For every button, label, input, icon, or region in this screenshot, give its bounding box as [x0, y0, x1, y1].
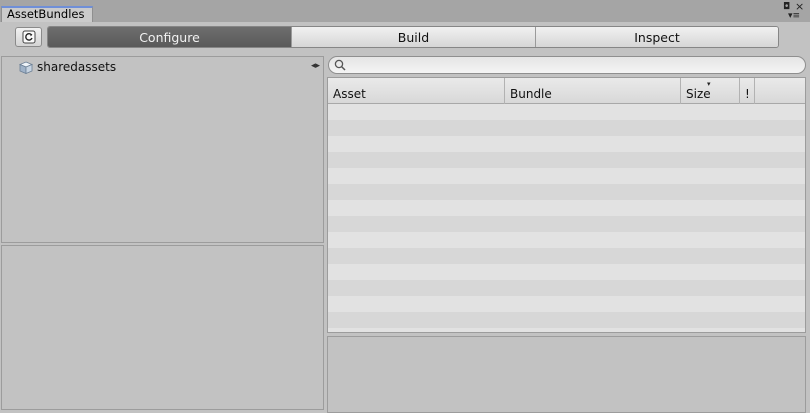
table-row	[328, 136, 805, 152]
sort-descending-icon: ▾	[707, 80, 711, 88]
table-row	[328, 120, 805, 136]
asset-table: Asset Bundle Size ▾ !	[327, 77, 806, 333]
configure-tab-button[interactable]: Configure	[48, 27, 292, 47]
table-row	[328, 168, 805, 184]
table-row	[328, 312, 805, 328]
build-tab-button[interactable]: Build	[292, 27, 536, 47]
table-row	[328, 216, 805, 232]
column-header-size-label: Size	[686, 87, 711, 101]
bundle-list-panel: sharedassets ◂▸	[1, 56, 324, 243]
asset-table-rows	[328, 104, 805, 332]
cube-icon	[19, 61, 33, 74]
window-tab-strip: AssetBundles ◘ × ▾≡	[0, 0, 810, 22]
column-header-bundle[interactable]: Bundle	[505, 78, 681, 104]
window-menu-icon[interactable]: ▾≡	[788, 12, 800, 21]
bundle-item-sharedassets[interactable]: sharedassets	[19, 60, 116, 74]
toolbar: Configure Build Inspect	[0, 22, 810, 52]
tab-assetbundles[interactable]: AssetBundles	[1, 6, 93, 22]
asset-details-panel	[327, 336, 806, 413]
mode-toggle-group: Configure Build Inspect	[47, 26, 779, 48]
bundle-details-panel	[1, 245, 324, 410]
table-row	[328, 328, 805, 332]
table-row	[328, 280, 805, 296]
bundle-item-label: sharedassets	[37, 60, 117, 74]
refresh-button[interactable]	[15, 27, 42, 47]
panel-resize-handle-icon[interactable]: ◂▸	[311, 61, 320, 71]
table-row	[328, 232, 805, 248]
close-icon[interactable]: ×	[795, 1, 804, 12]
table-row	[328, 200, 805, 216]
table-row	[328, 264, 805, 280]
asset-table-header: Asset Bundle Size ▾ !	[328, 78, 805, 104]
inspect-tab-button[interactable]: Inspect	[536, 27, 778, 47]
column-header-size[interactable]: Size ▾	[681, 78, 740, 104]
table-row	[328, 184, 805, 200]
column-header-warning[interactable]: !	[740, 78, 755, 104]
column-header-asset[interactable]: Asset	[328, 78, 505, 104]
search-field[interactable]	[328, 56, 806, 74]
table-row	[328, 152, 805, 168]
table-row	[328, 104, 805, 120]
search-icon	[334, 59, 346, 71]
table-row	[328, 248, 805, 264]
table-row	[328, 296, 805, 312]
refresh-icon	[22, 30, 35, 44]
